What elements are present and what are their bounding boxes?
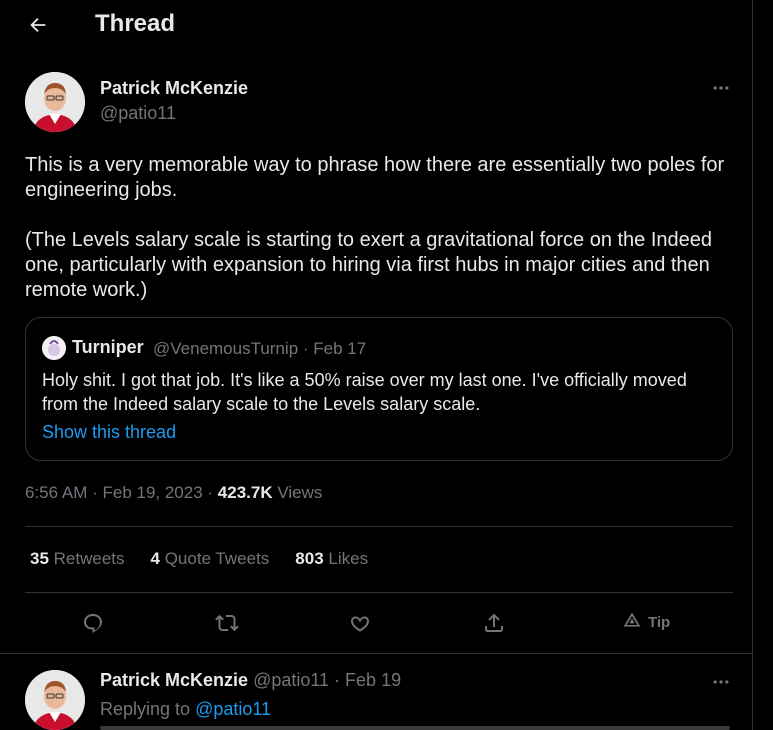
reply-author-name[interactable]: Patrick McKenzie — [100, 670, 248, 690]
retweets-stat[interactable]: 35 Retweets — [30, 549, 125, 569]
quote-avatar[interactable] — [42, 336, 66, 360]
more-options-icon[interactable] — [709, 76, 733, 100]
timestamp[interactable]: 6:56 AM · Feb 19, 2023 · — [25, 483, 218, 502]
divider — [25, 592, 733, 593]
reply-meta: @patio11 · Feb 19 — [248, 670, 402, 690]
tip-icon — [622, 610, 642, 634]
quote-author-name[interactable]: Turniper — [72, 337, 144, 358]
tip-button[interactable]: Tip — [622, 610, 670, 634]
thread-header: Thread — [0, 0, 753, 50]
avatar[interactable] — [25, 670, 85, 730]
author-name[interactable]: Patrick McKenzie — [100, 78, 248, 99]
heart-icon[interactable] — [345, 608, 375, 638]
more-options-icon[interactable] — [709, 670, 733, 694]
page-title: Thread — [95, 10, 176, 37]
likes-stat[interactable]: 803 Likes — [295, 549, 368, 569]
quoted-tweet-card[interactable]: Turniper @VenemousTurnip · Feb 17 Holy s… — [25, 317, 733, 461]
quote-meta: @VenemousTurnip · Feb 17 — [153, 339, 367, 358]
views-label: Views — [272, 483, 323, 502]
scrollbar[interactable] — [757, 0, 773, 730]
tweet-meta: 6:56 AM · Feb 19, 2023 · 423.7K Views — [25, 483, 322, 503]
arrow-left-icon[interactable] — [24, 11, 52, 39]
share-icon[interactable] — [479, 608, 509, 638]
quote-tweets-stat[interactable]: 4 Quote Tweets — [151, 549, 270, 569]
tweet-text-paragraph-1: This is a very memorable way to phrase h… — [25, 154, 725, 201]
reply-author[interactable]: Patrick McKenzie @patio11 · Feb 19 — [100, 670, 401, 691]
views-count: 423.7K — [217, 483, 273, 502]
reply-icon[interactable] — [78, 608, 108, 638]
replying-to-link[interactable]: @patio11 — [195, 699, 271, 719]
tweet-text-paragraph-2: (The Levels salary scale is starting to … — [25, 229, 713, 301]
divider — [25, 526, 733, 527]
show-thread-link[interactable]: Show this thread — [42, 422, 176, 443]
divider — [0, 653, 753, 654]
quote-text: Holy shit. I got that job. It's like a 5… — [42, 370, 687, 414]
author-handle[interactable]: @patio11 — [100, 103, 176, 124]
engagement-stats: 35 Retweets 4 Quote Tweets 803 Likes — [30, 549, 368, 569]
tip-label: Tip — [648, 613, 671, 631]
truncated-reply-text — [100, 724, 730, 730]
retweet-icon[interactable] — [212, 608, 242, 638]
replying-to: Replying to @patio11 — [100, 699, 272, 719]
thread-column: Thread Patrick McKenzie @patio11 This is… — [0, 0, 753, 730]
avatar[interactable] — [25, 72, 85, 132]
